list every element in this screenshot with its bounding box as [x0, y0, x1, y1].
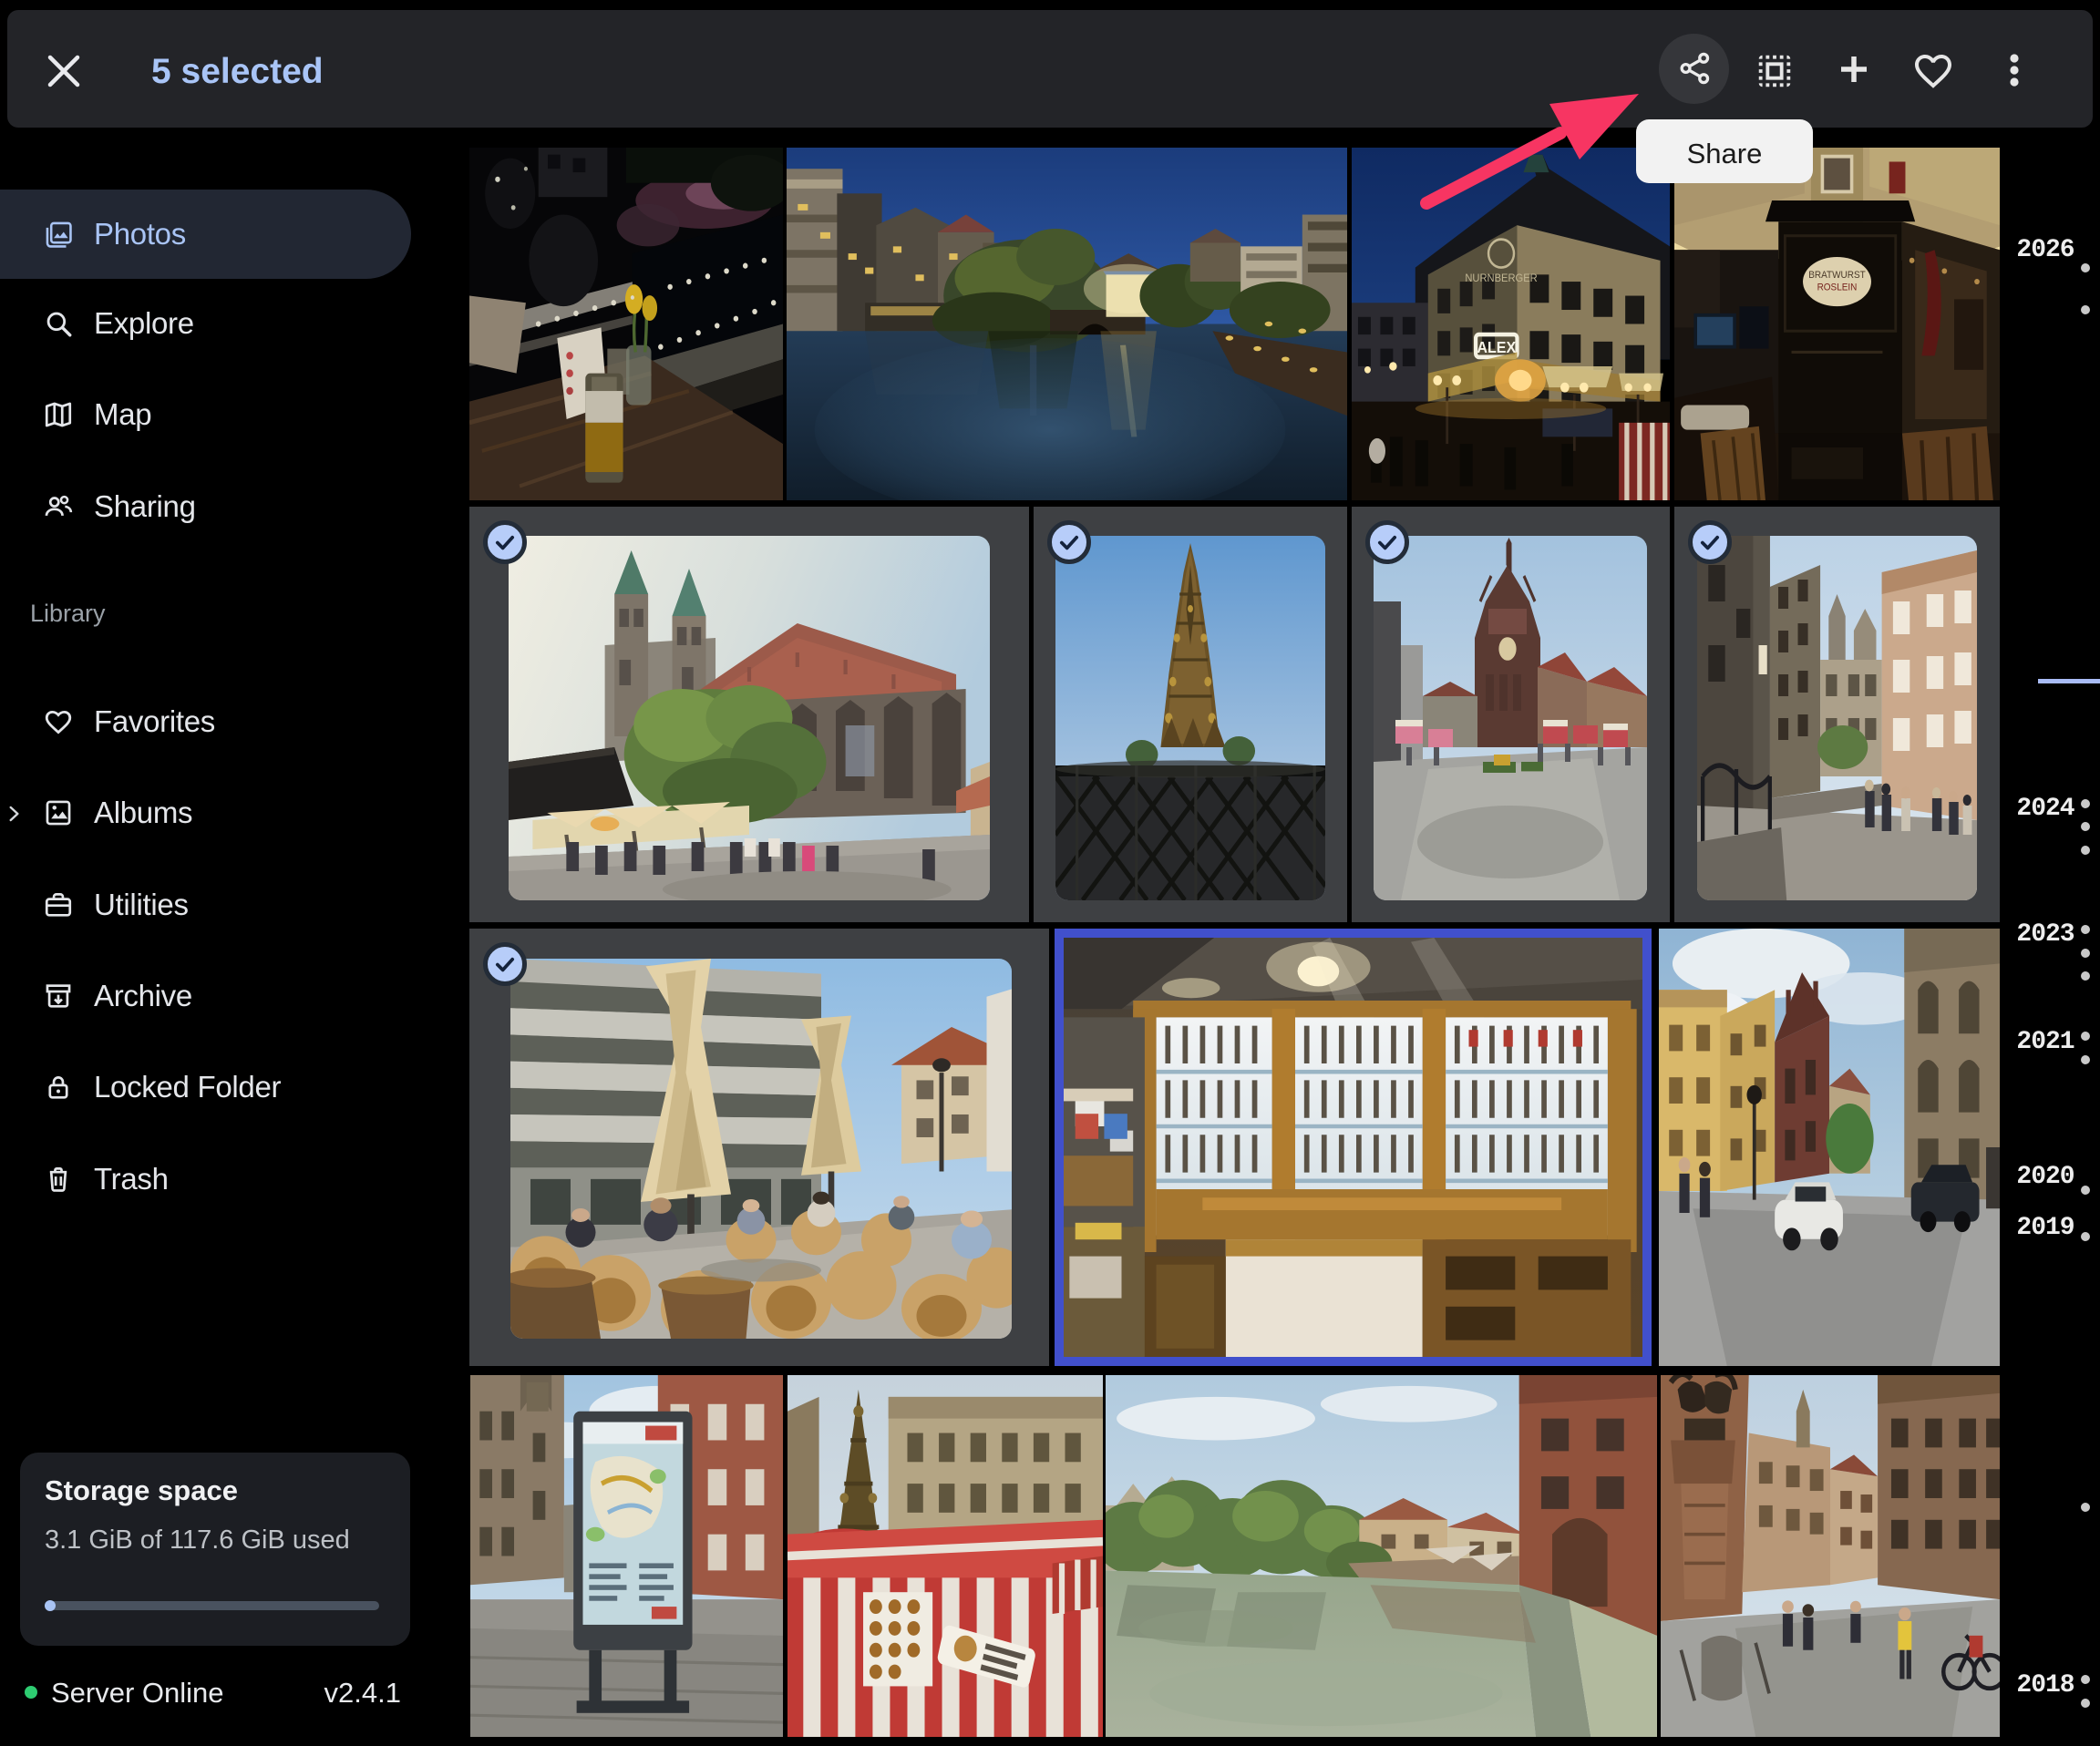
svg-text:BRATWURST: BRATWURST [1808, 271, 1866, 281]
svg-text:ROSLEIN: ROSLEIN [1817, 282, 1858, 293]
svg-text:NURNBERGER: NURNBERGER [1465, 272, 1537, 285]
